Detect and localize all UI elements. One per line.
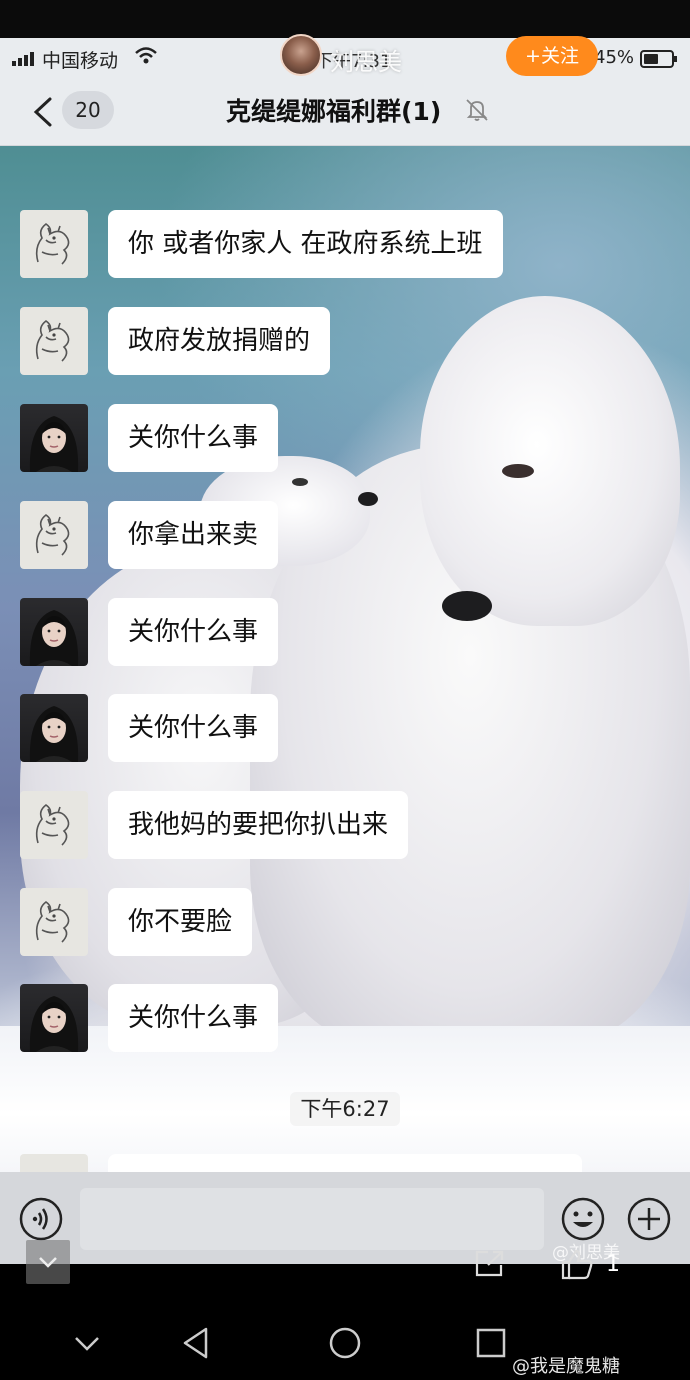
chevron-down-icon xyxy=(39,1257,57,1268)
sender-avatar-dragon[interactable] xyxy=(20,210,88,278)
message-bubble[interactable]: 你不要脸 xyxy=(108,888,253,956)
sender-avatar-dragon[interactable] xyxy=(20,307,88,375)
wallpaper-cub-eye xyxy=(292,478,308,486)
chat-area[interactable] xyxy=(0,146,690,1172)
wifi-icon xyxy=(134,46,158,71)
emoji-icon[interactable] xyxy=(560,1196,606,1242)
message-bubble[interactable]: 关你什么事 xyxy=(108,984,279,1052)
share-icon[interactable] xyxy=(474,1248,506,1278)
sender-avatar-woman[interactable] xyxy=(20,694,88,762)
voice-icon[interactable] xyxy=(18,1196,64,1242)
sender-avatar-woman[interactable] xyxy=(20,404,88,472)
battery-percent: 45% xyxy=(594,47,635,68)
message-bubble[interactable]: 关你什么事 xyxy=(108,694,279,762)
battery-icon xyxy=(640,50,677,68)
poster-name[interactable]: 刘思美 xyxy=(330,42,402,77)
wallpaper-bear-nose xyxy=(442,591,492,621)
collapse-button[interactable] xyxy=(26,1240,70,1284)
nav-down-icon[interactable] xyxy=(70,1326,104,1360)
sender-avatar-dragon[interactable] xyxy=(20,791,88,859)
signal-icon xyxy=(12,52,38,66)
nav-recents-icon[interactable] xyxy=(474,1326,508,1360)
message-input[interactable] xyxy=(80,1188,544,1250)
sender-avatar-dragon[interactable] xyxy=(20,888,88,956)
message-bubble[interactable]: 我他妈的要把你扒出来 xyxy=(108,791,409,859)
nav-home-icon[interactable] xyxy=(328,1326,362,1360)
wallpaper-cub-nose xyxy=(358,492,378,506)
mute-icon xyxy=(466,99,488,121)
carrier-name: 中国移动 xyxy=(42,50,119,72)
like-icon[interactable] xyxy=(560,1248,594,1280)
wallpaper-bear-head xyxy=(420,296,680,626)
sender-avatar-dragon[interactable] xyxy=(20,501,88,569)
page-title: 克缇缇娜福利群(1) xyxy=(226,97,442,126)
chat-header: 20 克缇缇娜福利群(1) xyxy=(0,80,690,146)
back-icon[interactable] xyxy=(30,96,56,128)
message-bubble[interactable]: 政府发放捐赠的 xyxy=(108,307,331,375)
message-bubble[interactable]: 你 或者你家人 在政府系统上班 xyxy=(108,210,503,278)
wallpaper-bear-eye xyxy=(502,464,534,478)
unread-count-badge[interactable]: 20 xyxy=(62,91,114,129)
like-count: 1 xyxy=(606,1252,620,1277)
message-bubble[interactable]: 你拿出来卖 xyxy=(108,501,279,569)
sender-avatar-woman[interactable] xyxy=(20,598,88,666)
top-black-bar xyxy=(0,0,690,38)
follow-button[interactable]: +关注 xyxy=(506,36,598,76)
plus-icon[interactable] xyxy=(626,1196,672,1242)
partial-message-bubble[interactable] xyxy=(108,1154,582,1172)
message-bubble[interactable]: 关你什么事 xyxy=(108,404,279,472)
partial-avatar[interactable] xyxy=(20,1154,88,1172)
sender-avatar-woman[interactable] xyxy=(20,984,88,1052)
poster-avatar[interactable] xyxy=(280,34,322,76)
message-timestamp: 下午6:27 xyxy=(290,1092,400,1126)
nav-back-icon[interactable] xyxy=(180,1326,214,1360)
message-bubble[interactable]: 关你什么事 xyxy=(108,598,279,666)
footer-watermark: @我是魔鬼糖 xyxy=(512,1356,620,1377)
